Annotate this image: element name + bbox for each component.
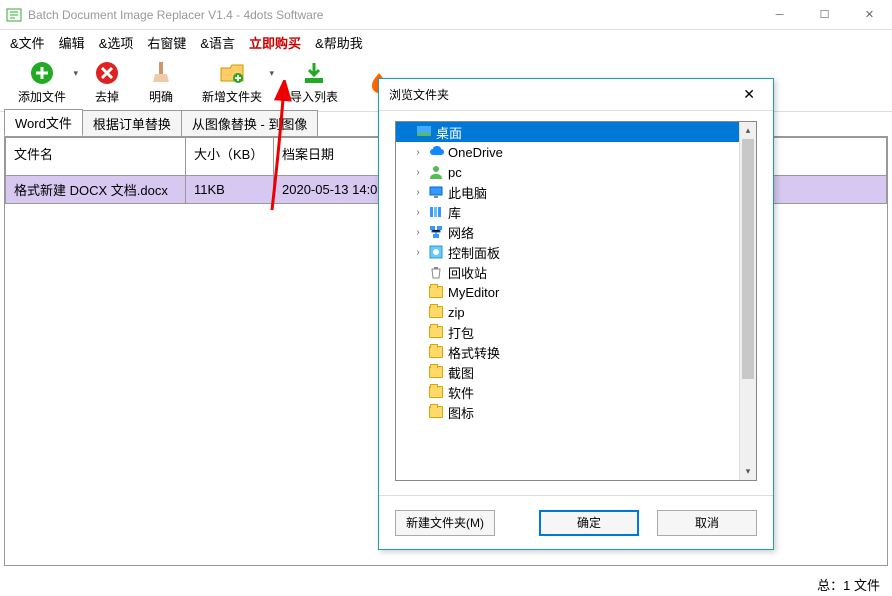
library-icon: [428, 204, 444, 220]
add-icon: [29, 60, 55, 86]
ok-button[interactable]: 确定: [539, 510, 639, 536]
tree-label: MyEditor: [448, 285, 499, 300]
scroll-down-icon[interactable]: ▾: [740, 463, 756, 480]
browse-folder-dialog: 浏览文件夹 ✕ 桌面›OneDrive›pc›此电脑›库›网络›控制面板回收站M…: [378, 78, 774, 550]
tree-item[interactable]: 打包: [396, 322, 756, 342]
col-size[interactable]: 大小（KB）: [186, 138, 274, 176]
cancel-button[interactable]: 取消: [657, 510, 757, 536]
tree-item[interactable]: 回收站: [396, 262, 756, 282]
tree-root[interactable]: 桌面: [396, 122, 756, 142]
tree-item[interactable]: 截图: [396, 362, 756, 382]
folder-icon: [428, 384, 444, 400]
scroll-up-icon[interactable]: ▴: [740, 122, 756, 139]
dialog-buttons: 新建文件夹(M) 确定 取消: [379, 495, 773, 549]
cell-size: 11KB: [186, 176, 274, 204]
dialog-titlebar: 浏览文件夹 ✕: [379, 79, 773, 111]
dropdown-caret-icon: ▾: [270, 68, 275, 79]
tree-item[interactable]: ›库: [396, 202, 756, 222]
app-icon: [6, 7, 22, 23]
clear-button[interactable]: 明确: [148, 60, 174, 105]
folder-icon: [428, 344, 444, 360]
expander-icon[interactable]: ›: [412, 147, 424, 158]
menu-help[interactable]: &帮助我: [315, 33, 363, 52]
dialog-title: 浏览文件夹: [389, 86, 449, 103]
remove-button[interactable]: 去掉: [94, 60, 120, 105]
expander-icon[interactable]: ›: [412, 207, 424, 218]
recycle-icon: [428, 264, 444, 280]
folder-icon: [428, 284, 444, 300]
new-folder-button[interactable]: 新建文件夹(M): [395, 510, 495, 536]
broom-icon: [148, 60, 174, 86]
expander-icon[interactable]: ›: [412, 247, 424, 258]
statusbar: 总：1 文件: [817, 572, 880, 596]
maximize-button[interactable]: ☐: [802, 0, 847, 30]
tab-replace-by-order[interactable]: 根据订单替换: [82, 110, 182, 136]
tree-label: 控制面板: [448, 243, 500, 262]
import-icon: [301, 60, 327, 86]
expander-icon[interactable]: ›: [412, 167, 424, 178]
file-count: 总：1 文件: [817, 575, 880, 594]
tree-label: pc: [448, 165, 462, 180]
expander-icon[interactable]: ›: [412, 227, 424, 238]
close-button[interactable]: ✕: [847, 0, 892, 30]
folder-tree: 桌面›OneDrive›pc›此电脑›库›网络›控制面板回收站MyEditorz…: [395, 121, 757, 481]
menu-lang[interactable]: &语言: [200, 33, 235, 52]
tab-word[interactable]: Word文件: [4, 109, 83, 136]
add-file-button[interactable]: 添加文件 ▾: [18, 60, 66, 105]
add-folder-button[interactable]: 新增文件夹 ▾: [202, 60, 262, 105]
tree-item[interactable]: › OneDrive: [396, 142, 756, 162]
control-icon: [428, 244, 444, 260]
tree-label: 格式转换: [448, 343, 500, 362]
network-icon: [428, 224, 444, 240]
menubar: &文件 编辑 &选项 右窗键 &语言 立即购买 &帮助我: [0, 30, 892, 54]
tree-label: 图标: [448, 403, 474, 422]
folder-plus-icon: [219, 60, 245, 86]
expander-icon[interactable]: ›: [412, 187, 424, 198]
folder-icon: [428, 304, 444, 320]
minimize-button[interactable]: ─: [757, 0, 802, 30]
scroll-thumb[interactable]: [742, 139, 754, 379]
folder-icon: [428, 324, 444, 340]
dropdown-caret-icon: ▾: [73, 68, 78, 79]
menu-options[interactable]: &选项: [99, 33, 134, 52]
col-filename[interactable]: 文件名: [6, 138, 186, 176]
tree-item[interactable]: 软件: [396, 382, 756, 402]
tree-label: OneDrive: [448, 145, 503, 160]
titlebar: Batch Document Image Replacer V1.4 - 4do…: [0, 0, 892, 30]
folder-icon: [428, 404, 444, 420]
tree-label: zip: [448, 305, 465, 320]
tree-item[interactable]: 图标: [396, 402, 756, 422]
tree-item[interactable]: › pc: [396, 162, 756, 182]
menu-file[interactable]: &文件: [10, 33, 45, 52]
tree-item[interactable]: › 此电脑: [396, 182, 756, 202]
desktop-icon: [416, 124, 432, 140]
tree-label: 桌面: [436, 123, 462, 142]
tab-from-to-image[interactable]: 从图像替换 - 到图像: [181, 110, 319, 136]
tree-label: 截图: [448, 363, 474, 382]
tree-label: 网络: [448, 223, 474, 242]
cell-filename: 格式新建 DOCX 文档.docx: [6, 176, 186, 204]
tree-item[interactable]: › 控制面板: [396, 242, 756, 262]
tree-item[interactable]: › 网络: [396, 222, 756, 242]
import-button[interactable]: 导入列表: [290, 60, 338, 105]
user-icon: [428, 164, 444, 180]
cloud-icon: [428, 144, 444, 160]
tree-label: 此电脑: [448, 183, 487, 202]
menu-rightkey[interactable]: 右窗键: [147, 33, 186, 52]
remove-icon: [94, 60, 120, 86]
scrollbar[interactable]: ▴ ▾: [739, 122, 756, 480]
tree-item[interactable]: zip: [396, 302, 756, 322]
monitor-icon: [428, 184, 444, 200]
menu-edit[interactable]: 编辑: [59, 33, 85, 52]
window-title: Batch Document Image Replacer V1.4 - 4do…: [28, 8, 757, 22]
menu-buy[interactable]: 立即购买: [249, 33, 301, 52]
dialog-close-button[interactable]: ✕: [735, 82, 763, 107]
tree-label: 软件: [448, 383, 474, 402]
folder-icon: [428, 364, 444, 380]
tree-label: 打包: [448, 323, 474, 342]
tree-item[interactable]: 格式转换: [396, 342, 756, 362]
tree-item[interactable]: MyEditor: [396, 282, 756, 302]
tree-label: 回收站: [448, 263, 487, 282]
tree-label: 库: [448, 203, 461, 222]
